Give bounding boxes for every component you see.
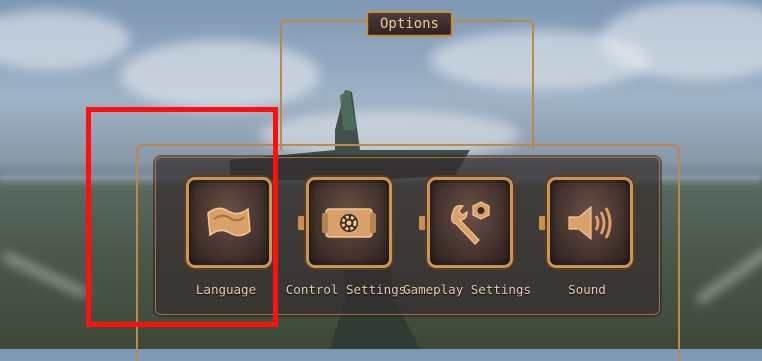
wrench-nut-icon xyxy=(450,200,490,245)
connector-peg xyxy=(298,216,306,230)
frame-connector-right xyxy=(450,20,534,152)
connector-peg xyxy=(539,216,547,230)
option-sound[interactable]: Sound xyxy=(527,158,647,314)
control-settings-button[interactable] xyxy=(306,177,392,268)
frame-connector-left xyxy=(280,20,367,152)
connector-peg xyxy=(419,216,427,230)
sound-button[interactable] xyxy=(547,177,633,268)
gameplay-settings-button[interactable] xyxy=(427,177,513,268)
selection-highlight xyxy=(86,107,278,327)
gear-card-icon xyxy=(322,207,376,238)
speaker-icon xyxy=(568,205,612,240)
options-title: Options xyxy=(366,11,453,37)
option-label: Sound xyxy=(568,282,606,297)
